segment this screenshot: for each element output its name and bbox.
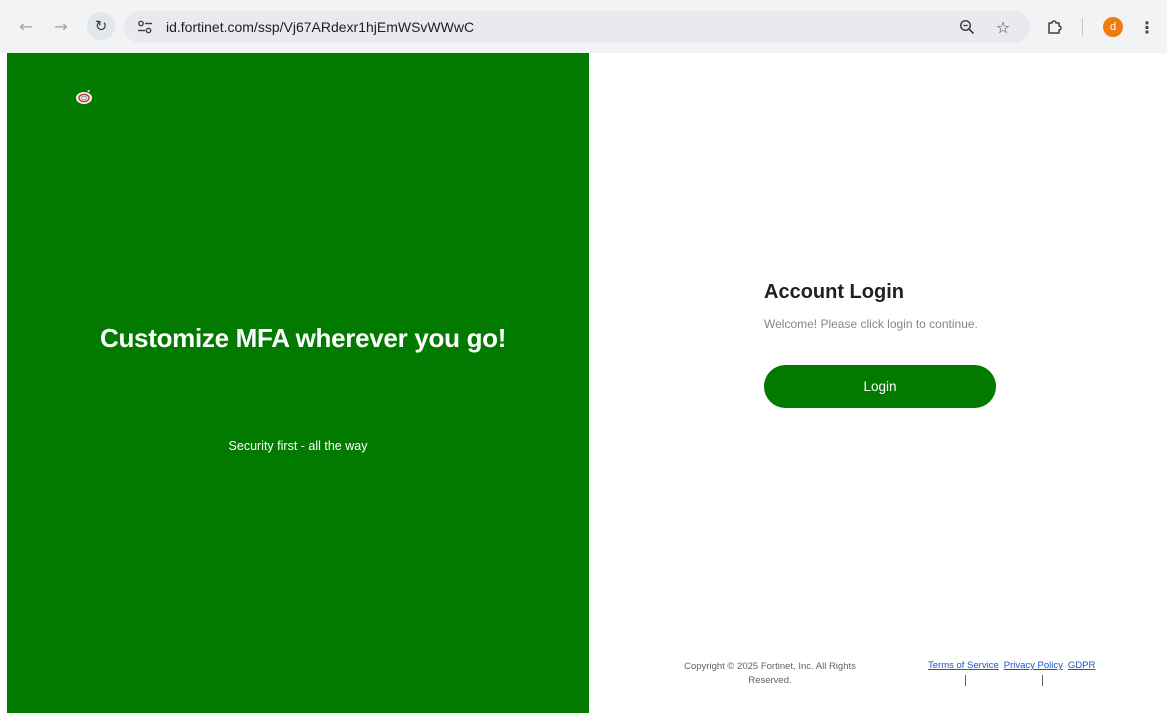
browser-toolbar: ← → ↻ id.fortinet.com/ssp/Vj67ARdexr1hjE… xyxy=(0,0,1167,53)
zoom-icon[interactable] xyxy=(956,16,978,38)
reload-icon[interactable]: ↻ xyxy=(87,12,115,40)
gdpr-link[interactable]: GDPR xyxy=(1068,660,1095,671)
address-bar[interactable]: id.fortinet.com/ssp/Vj67ARdexr1hjEmWSvWW… xyxy=(124,11,1030,43)
login-subtitle: Welcome! Please click login to continue. xyxy=(764,317,978,331)
hero-headline: Customize MFA wherever you go! xyxy=(100,323,507,353)
terms-of-service-link[interactable]: Terms of Service xyxy=(928,660,999,671)
link-separator xyxy=(1042,675,1043,686)
privacy-policy-link[interactable]: Privacy Policy xyxy=(1004,660,1063,671)
forward-arrow-icon[interactable]: → xyxy=(49,14,73,38)
link-separator xyxy=(965,675,966,686)
footer-links: Terms of Service Privacy Policy GDPR xyxy=(928,660,1100,671)
copyright-text: Copyright © 2025 Fortinet, Inc. All Righ… xyxy=(684,661,856,686)
profile-avatar[interactable]: d xyxy=(1103,17,1123,37)
page-title: Account Login xyxy=(764,281,904,303)
login-button[interactable]: Login xyxy=(764,365,996,408)
bookmark-star-icon[interactable]: ☆ xyxy=(992,16,1014,38)
fortinet-logo-icon xyxy=(75,89,93,105)
url-text[interactable]: id.fortinet.com/ssp/Vj67ARdexr1hjEmWSvWW… xyxy=(166,19,474,35)
hero-tagline: Security first - all the way xyxy=(228,439,368,453)
site-info-icon[interactable] xyxy=(136,18,154,36)
back-arrow-icon[interactable]: ← xyxy=(14,14,38,38)
login-panel: Account Login Welcome! Please click logi… xyxy=(589,53,1167,713)
promo-panel: Customize MFA wherever you go! Security … xyxy=(7,53,589,713)
extensions-puzzle-icon[interactable] xyxy=(1044,16,1066,38)
toolbar-divider xyxy=(1082,18,1083,36)
kebab-menu-icon[interactable]: ⋮ xyxy=(1137,15,1157,39)
